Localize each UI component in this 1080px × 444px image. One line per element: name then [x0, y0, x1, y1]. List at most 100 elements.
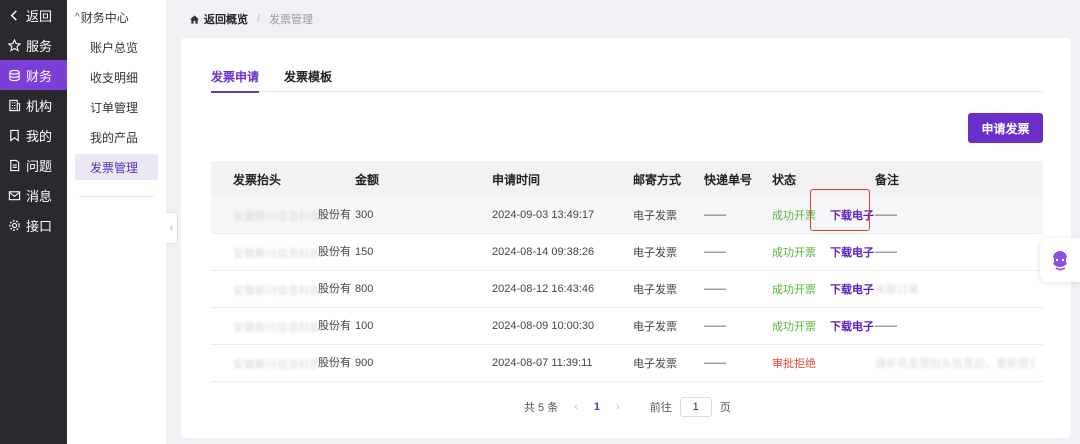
mail-icon: [7, 188, 21, 202]
table-row: 安徽新兴信息科技股份有限公司股份有 900 2024-08-07 11:39:1…: [211, 345, 1043, 382]
status-cell: 成功开票 下载电子: [772, 244, 875, 260]
invoice-title-redacted: 安徽新兴信息科技股份有限公司: [233, 321, 318, 334]
amount-cell: 800: [355, 283, 374, 295]
mail-cell: 电子发票: [633, 247, 677, 259]
apply-invoice-button[interactable]: 申请发票: [968, 113, 1043, 143]
status-badge: 审批拒绝: [772, 358, 816, 370]
table-row: 安徽新兴信息科技股份有限公司股份有 150 2024-08-14 09:38:2…: [211, 234, 1043, 271]
submenu-item-orders[interactable]: 订单管理: [75, 94, 158, 120]
breadcrumb-back-link[interactable]: 返回概览: [204, 11, 248, 27]
amount-cell: 100: [355, 320, 374, 332]
download-invoice-link[interactable]: 下载电子: [830, 321, 874, 333]
note-cell: ——: [875, 209, 897, 221]
nav-label: 消息: [26, 188, 53, 204]
note-cell: ——: [875, 320, 897, 332]
tracking-cell: ——: [704, 357, 726, 369]
mail-cell: 电子发票: [633, 210, 677, 222]
status-cell: 成功开票 下载电子: [772, 281, 875, 297]
bookmark-icon: [7, 128, 21, 142]
headset-icon: [1045, 244, 1075, 277]
column-header-amount: 金额: [355, 172, 380, 187]
customer-support-button[interactable]: [1040, 238, 1080, 282]
chevron-left-icon: [7, 8, 21, 22]
pagination-total: 共 5 条: [524, 402, 559, 414]
column-header-title: 发票抬头: [233, 172, 282, 187]
status-cell: 成功开票 下载电子: [772, 207, 875, 223]
table-row: 安徽新兴信息科技股份有限公司股份有 300 2024-09-03 13:49:1…: [211, 197, 1043, 234]
time-cell: 2024-09-03 13:49:17: [492, 209, 595, 221]
amount-cell: 300: [355, 209, 374, 221]
nav-back[interactable]: 返回: [0, 0, 67, 30]
document-icon: [7, 158, 21, 172]
page-number[interactable]: 1: [594, 401, 600, 413]
nav-org[interactable]: 机构: [0, 90, 67, 120]
note-cell: 请补充发票抬头信息后，重新提交: [875, 358, 1035, 370]
status-badge: 成功开票: [772, 321, 816, 333]
breadcrumb-separator: /: [257, 13, 261, 25]
tab-bar: 发票申请 发票模板: [211, 68, 1043, 93]
mail-cell: 电子发票: [633, 321, 677, 333]
nav-api[interactable]: 接口: [0, 210, 67, 240]
invoice-title-company: 股份有: [318, 246, 351, 259]
submenu-divider: [79, 196, 154, 197]
breadcrumb-current: 发票管理: [269, 14, 314, 26]
invoice-title-redacted: 安徽新兴信息科技股份有限公司: [233, 358, 318, 371]
next-page-icon[interactable]: ›: [616, 401, 620, 413]
nav-issue[interactable]: 问题: [0, 150, 67, 180]
column-header-time: 申请时间: [492, 172, 541, 187]
mail-cell: 电子发票: [633, 358, 677, 370]
invoice-title-company: 股份有: [318, 209, 351, 222]
submenu-item-account-overview[interactable]: 账户总览: [75, 34, 158, 60]
amount-cell: 900: [355, 357, 374, 369]
tab-invoice-apply[interactable]: 发票申请: [211, 68, 260, 93]
column-header-status: 状态: [772, 172, 797, 187]
collapse-sidebar-handle[interactable]: ‹: [166, 212, 178, 244]
submenu-item-invoice-management[interactable]: 发票管理: [75, 154, 158, 180]
tracking-cell: ——: [704, 246, 726, 258]
table-row: 安徽新兴信息科技股份有限公司股份有 800 2024-08-12 16:43:4…: [211, 271, 1043, 308]
prev-page-icon[interactable]: ‹: [574, 401, 578, 413]
star-icon: [7, 38, 21, 52]
download-invoice-link[interactable]: 下载电子: [830, 247, 874, 259]
home-icon: [189, 14, 200, 25]
download-invoice-link[interactable]: 下载电子: [830, 284, 874, 296]
submenu-item-my-products[interactable]: 我的产品: [75, 124, 158, 150]
time-cell: 2024-08-07 11:39:11: [492, 357, 593, 369]
breadcrumb: 返回概览 / 发票管理: [189, 11, 313, 27]
invoice-title-redacted: 安徽新兴信息科技股份有限公司: [233, 247, 318, 260]
tab-invoice-template[interactable]: 发票模板: [284, 68, 332, 91]
submenu-header[interactable]: ^ 财务中心: [67, 0, 166, 34]
time-cell: 2024-08-09 10:00:30: [492, 320, 595, 332]
submenu-title: 财务中心: [80, 10, 129, 25]
invoice-title-cell: 安徽新兴信息科技股份有限公司股份有: [211, 206, 353, 223]
nav-label: 机构: [26, 98, 53, 114]
mail-cell: 电子发票: [633, 284, 677, 296]
gear-icon: [7, 218, 21, 232]
column-header-note: 备注: [875, 172, 900, 187]
invoice-card: 发票申请 发票模板 申请发票 发票抬头 金额 申请时间 邮寄方式 快递单号 状态…: [181, 38, 1071, 438]
nav-service[interactable]: 服务: [0, 30, 67, 60]
tracking-cell: ——: [704, 209, 726, 221]
invoice-title-company: 股份有: [318, 283, 351, 296]
status-cell: 审批拒绝: [772, 355, 875, 371]
tracking-cell: ——: [704, 283, 726, 295]
invoice-title-redacted: 安徽新兴信息科技股份有限公司: [233, 210, 318, 223]
status-badge: 成功开票: [772, 284, 816, 296]
status-badge: 成功开票: [772, 247, 816, 259]
status-badge: 成功开票: [772, 210, 816, 222]
nav-message[interactable]: 消息: [0, 180, 67, 210]
column-header-tracking: 快递单号: [704, 172, 753, 187]
download-invoice-link[interactable]: 下载电子: [830, 210, 874, 222]
column-header-mail: 邮寄方式: [633, 172, 682, 187]
invoice-title-cell: 安徽新兴信息科技股份有限公司股份有: [211, 243, 353, 260]
nav-mine[interactable]: 我的: [0, 120, 67, 150]
goto-page-input[interactable]: 1: [679, 397, 712, 417]
status-cell: 成功开票 下载电子: [772, 318, 875, 334]
submenu-item-income-expense[interactable]: 收支明细: [75, 64, 158, 90]
goto-label: 前往: [649, 402, 672, 414]
invoice-table: 发票抬头 金额 申请时间 邮寄方式 快递单号 状态 备注 安徽新兴信息科技股份有…: [211, 161, 1043, 382]
tracking-cell: ——: [704, 320, 726, 332]
amount-cell: 150: [355, 246, 374, 258]
nav-finance[interactable]: 财务: [0, 60, 67, 90]
pagination: 共 5 条 ‹ 1 › 前往 1 页: [524, 397, 731, 417]
